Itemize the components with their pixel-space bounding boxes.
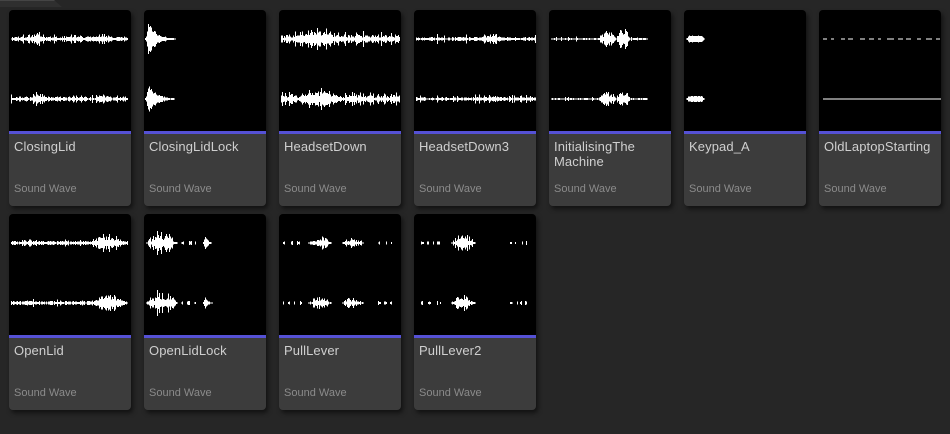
asset-name: HeadsetDown3 bbox=[419, 139, 531, 154]
asset-name: ClosingLid bbox=[14, 139, 126, 154]
asset-name: PullLever2 bbox=[419, 343, 531, 358]
asset-name: ClosingLidLock bbox=[149, 139, 261, 154]
waveform-thumbnail bbox=[819, 10, 941, 131]
asset-tile[interactable]: HeadsetDown3 Sound Wave bbox=[414, 10, 536, 206]
asset-type-label: Sound Wave bbox=[824, 183, 936, 195]
asset-type-label: Sound Wave bbox=[554, 183, 666, 195]
asset-name: OpenLid bbox=[14, 343, 126, 358]
asset-name: InitialisingThe Machine bbox=[554, 139, 666, 169]
asset-type-label: Sound Wave bbox=[149, 387, 261, 399]
asset-caption: InitialisingThe Machine Sound Wave bbox=[549, 134, 671, 206]
asset-name: Keypad_A bbox=[689, 139, 801, 154]
asset-tile[interactable]: PullLever Sound Wave bbox=[279, 214, 401, 410]
waveform-thumbnail bbox=[9, 10, 131, 131]
asset-type-label: Sound Wave bbox=[284, 183, 396, 195]
asset-type-label: Sound Wave bbox=[419, 183, 531, 195]
asset-caption: Keypad_A Sound Wave bbox=[684, 134, 806, 206]
asset-caption: HeadsetDown3 Sound Wave bbox=[414, 134, 536, 206]
asset-type-label: Sound Wave bbox=[14, 183, 126, 195]
asset-type-label: Sound Wave bbox=[689, 183, 801, 195]
asset-thumbnail bbox=[9, 10, 131, 131]
asset-thumbnail bbox=[144, 214, 266, 335]
asset-caption: ClosingLid Sound Wave bbox=[9, 134, 131, 206]
asset-tile[interactable]: ClosingLid Sound Wave bbox=[9, 10, 131, 206]
content-browser-asset-view: ClosingLid Sound Wave ClosingLidLock Sou… bbox=[0, 0, 950, 434]
asset-thumbnail bbox=[9, 214, 131, 335]
asset-grid: ClosingLid Sound Wave ClosingLidLock Sou… bbox=[9, 10, 941, 410]
asset-caption: OpenLid Sound Wave bbox=[9, 338, 131, 410]
asset-thumbnail bbox=[144, 10, 266, 131]
waveform-thumbnail bbox=[9, 214, 131, 335]
window-tab-edge[interactable] bbox=[0, 0, 62, 7]
asset-tile[interactable]: PullLever2 Sound Wave bbox=[414, 214, 536, 410]
asset-name: PullLever bbox=[284, 343, 396, 358]
waveform-thumbnail bbox=[144, 10, 266, 131]
asset-tile[interactable]: Keypad_A Sound Wave bbox=[684, 10, 806, 206]
waveform-thumbnail bbox=[414, 10, 536, 131]
asset-thumbnail bbox=[549, 10, 671, 131]
asset-caption: OpenLidLock Sound Wave bbox=[144, 338, 266, 410]
asset-caption: OldLaptopStarting Sound Wave bbox=[819, 134, 941, 206]
asset-type-label: Sound Wave bbox=[284, 387, 396, 399]
asset-name: HeadsetDown bbox=[284, 139, 396, 154]
asset-tile[interactable]: InitialisingThe Machine Sound Wave bbox=[549, 10, 671, 206]
asset-caption: ClosingLidLock Sound Wave bbox=[144, 134, 266, 206]
asset-caption: PullLever2 Sound Wave bbox=[414, 338, 536, 410]
asset-tile[interactable]: OpenLidLock Sound Wave bbox=[144, 214, 266, 410]
asset-name: OpenLidLock bbox=[149, 343, 261, 358]
asset-thumbnail bbox=[279, 10, 401, 131]
waveform-thumbnail bbox=[279, 214, 401, 335]
waveform-thumbnail bbox=[414, 214, 536, 335]
asset-thumbnail bbox=[279, 214, 401, 335]
asset-type-label: Sound Wave bbox=[14, 387, 126, 399]
asset-caption: HeadsetDown Sound Wave bbox=[279, 134, 401, 206]
asset-name: OldLaptopStarting bbox=[824, 139, 936, 154]
asset-tile[interactable]: OldLaptopStarting Sound Wave bbox=[819, 10, 941, 206]
asset-thumbnail bbox=[819, 10, 941, 131]
asset-thumbnail bbox=[414, 214, 536, 335]
asset-type-label: Sound Wave bbox=[419, 387, 531, 399]
waveform-thumbnail bbox=[549, 10, 671, 131]
asset-thumbnail bbox=[684, 10, 806, 131]
asset-caption: PullLever Sound Wave bbox=[279, 338, 401, 410]
asset-tile[interactable]: OpenLid Sound Wave bbox=[9, 214, 131, 410]
waveform-thumbnail bbox=[144, 214, 266, 335]
asset-tile[interactable]: ClosingLidLock Sound Wave bbox=[144, 10, 266, 206]
asset-tile[interactable]: HeadsetDown Sound Wave bbox=[279, 10, 401, 206]
asset-type-label: Sound Wave bbox=[149, 183, 261, 195]
waveform-thumbnail bbox=[684, 10, 806, 131]
asset-thumbnail bbox=[414, 10, 536, 131]
waveform-thumbnail bbox=[279, 10, 401, 131]
